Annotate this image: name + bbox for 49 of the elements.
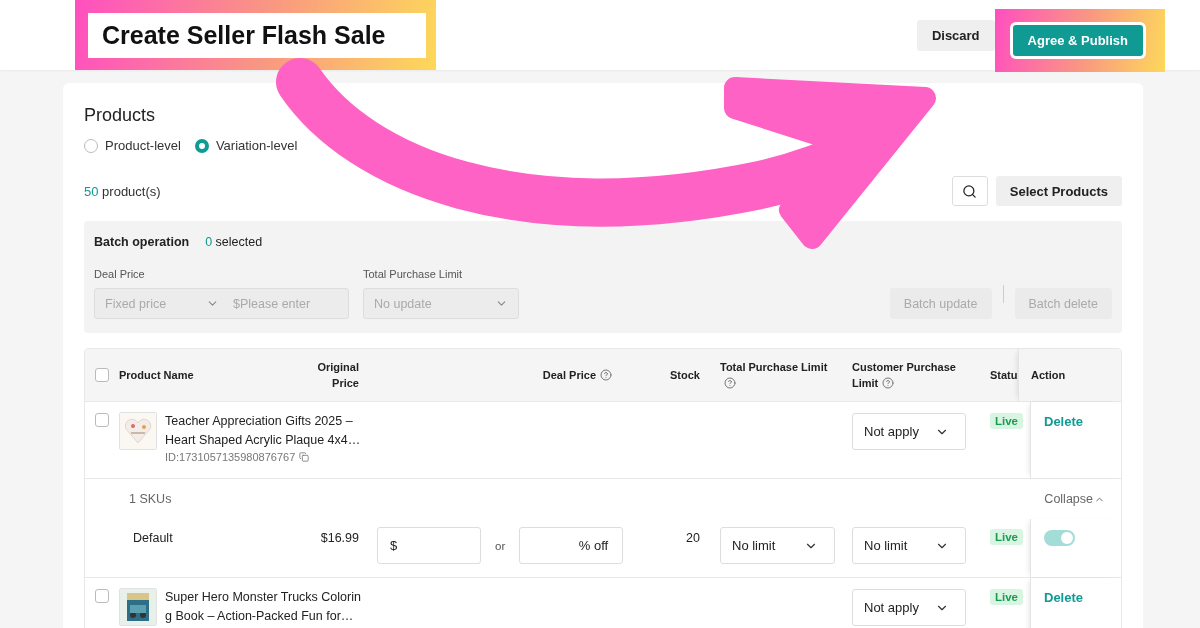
product-id: ID:1731057135980876767 [165, 451, 296, 463]
select-products-button[interactable]: Select Products [995, 176, 1122, 206]
limit-dropdown[interactable]: No limit [852, 527, 966, 564]
collapse-toggle[interactable]: Collapse [1044, 492, 1105, 506]
checkbox[interactable] [95, 413, 109, 427]
radio-icon[interactable] [194, 138, 209, 153]
column-header: Product Name [119, 368, 195, 383]
or-label: or [495, 539, 506, 552]
limit-dropdown[interactable]: No limit [720, 527, 835, 564]
toggle-switch[interactable] [1044, 530, 1075, 546]
column-header: Original Price [316, 360, 359, 391]
sku-name: Default [133, 531, 173, 545]
limit-dropdown[interactable]: Not apply [852, 589, 966, 626]
column-header: Action [1031, 368, 1066, 383]
help-icon[interactable] [724, 377, 736, 389]
product-name: Super Hero Monster Trucks Coloring Book – Action-Packed Fun for… [165, 589, 361, 625]
page-title: Create Seller Flash Sale [88, 13, 426, 58]
status-badge: Live [990, 589, 1023, 605]
field-label: Deal Price [94, 268, 146, 280]
column-header: Total Purchase Limit [720, 359, 835, 391]
radio-icon[interactable] [84, 138, 98, 153]
field-label: Total Purchase Limit [363, 268, 464, 280]
column-header: Stock [670, 368, 700, 383]
column-header: Customer Purchase Limit [852, 360, 957, 391]
product-count: 50 product(s) [84, 183, 161, 199]
product-name: Teacher Appreciation Gifts 2025 – Heart Shaped Acrylic Plaque 4x4… [165, 413, 361, 449]
help-icon[interactable] [600, 369, 612, 381]
column-header: Statu [990, 368, 1018, 383]
section-title: Products [84, 105, 157, 126]
status-badge: Live [990, 413, 1023, 429]
radio-option[interactable]: Variation-level [194, 138, 298, 153]
stock-value: 20 [686, 531, 700, 545]
price-field[interactable]: $ [377, 527, 481, 564]
original-price: $16.99 [320, 531, 359, 545]
checkbox[interactable] [95, 589, 109, 603]
sku-count: 1 SKUs [129, 492, 172, 506]
column-header: Deal Price [542, 367, 612, 383]
search-icon [962, 183, 978, 199]
selected-count: 0 selected [205, 235, 263, 249]
batch-title: Batch operation [94, 235, 190, 249]
discount-field[interactable]: % off [519, 527, 624, 564]
copy-icon[interactable] [299, 452, 310, 462]
status-badge: Live [990, 529, 1023, 545]
help-icon[interactable] [882, 377, 895, 389]
search-button[interactable] [951, 176, 988, 206]
radio-option[interactable]: Product-level [84, 138, 181, 153]
checkbox[interactable] [95, 368, 109, 382]
discard-button[interactable]: Discard [916, 19, 995, 51]
limit-dropdown[interactable]: Not apply [852, 413, 966, 450]
